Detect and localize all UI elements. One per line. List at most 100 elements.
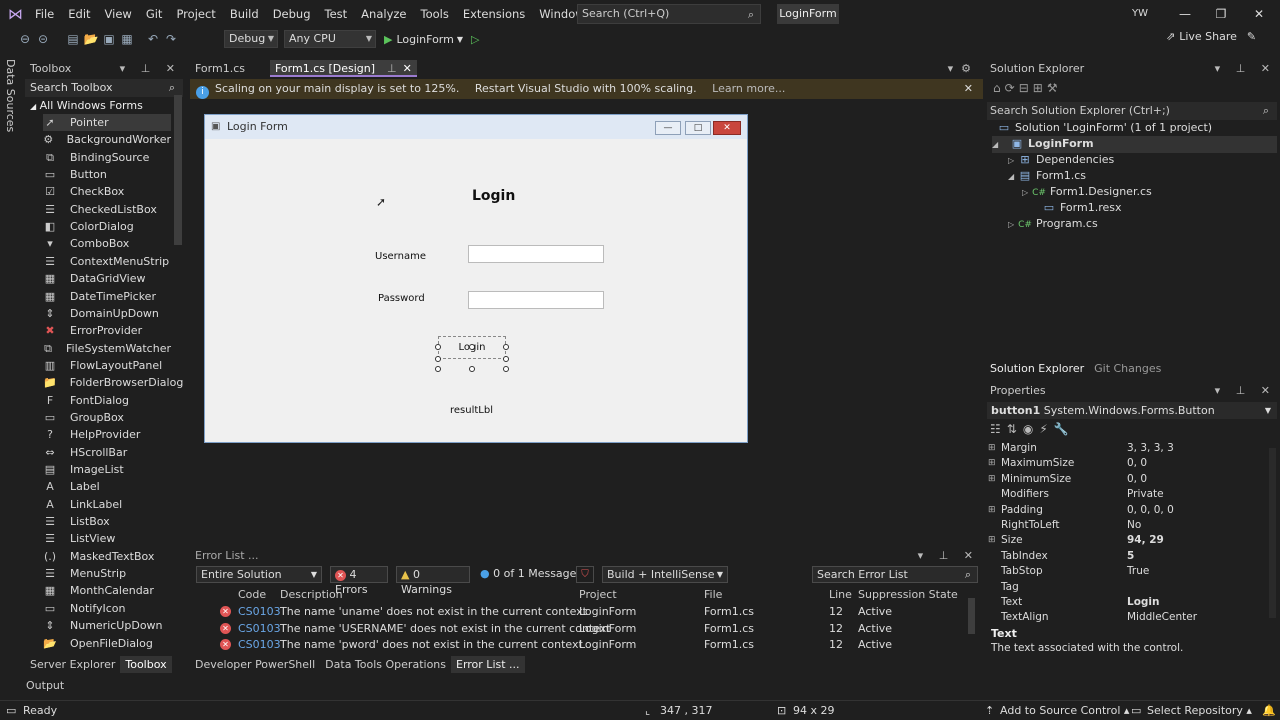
error-code[interactable]: CS0103 <box>238 620 281 637</box>
toolbox-item-datagridview[interactable]: ▦ DataGridView <box>43 270 171 287</box>
column-header-project[interactable]: Project <box>579 588 617 601</box>
toolbox-item-colordialog[interactable]: ◧ ColorDialog <box>43 218 171 235</box>
tree-dependencies[interactable]: ▷ ⊞ Dependencies <box>1008 152 1114 169</box>
menu-item-project[interactable]: Project <box>169 0 222 28</box>
toolbox-item-pointer[interactable]: ➚ Pointer <box>43 114 171 131</box>
property-row-padding[interactable]: ⊞ Padding 0, 0, 0, 0 <box>987 503 1272 518</box>
property-row-textalign[interactable]: TextAlign MiddleCenter <box>987 610 1272 625</box>
properties-scrollbar[interactable] <box>1269 448 1276 618</box>
property-value[interactable]: 5 <box>1127 549 1134 564</box>
property-value[interactable]: MiddleCenter <box>1127 610 1197 625</box>
tree-form1-resx[interactable]: ▭ Form1.resx <box>1032 200 1122 216</box>
property-row-tabindex[interactable]: TabIndex 5 <box>987 549 1272 564</box>
password-label[interactable]: Password <box>378 293 425 304</box>
expand-icon[interactable]: ⊞ <box>988 456 996 471</box>
property-row-minimumsize[interactable]: ⊞ MinimumSize 0, 0 <box>987 472 1272 487</box>
password-textbox[interactable] <box>468 291 604 309</box>
tab-solution-explorer[interactable]: Solution Explorer <box>985 360 1089 377</box>
login-form-window[interactable]: ▣ Login Form — □ ✕ Login Username Passwo… <box>204 114 748 443</box>
property-row-tag[interactable]: Tag <box>987 580 1272 595</box>
error-list-scrollbar[interactable] <box>968 598 975 634</box>
expand-icon[interactable]: ⊞ <box>988 503 996 518</box>
property-value[interactable]: 0, 0 <box>1127 472 1147 487</box>
menu-item-analyze[interactable]: Analyze <box>354 0 413 28</box>
expand-icon[interactable]: ⊞ <box>988 441 996 456</box>
tree-form1-designer[interactable]: ▷ C# Form1.Designer.cs <box>1022 184 1152 201</box>
alphabetical-icon[interactable]: ⇅ <box>1007 422 1023 436</box>
toolbox-item-hscrollbar[interactable]: ⇔ HScrollBar <box>43 444 171 461</box>
menu-item-git[interactable]: Git <box>139 0 170 28</box>
toolbox-item-linklabel[interactable]: A LinkLabel <box>43 496 171 513</box>
home-icon[interactable]: ⌂ <box>993 81 1005 95</box>
error-code[interactable]: CS0103 <box>238 636 281 653</box>
start-without-debugging-icon[interactable]: ▷ <box>471 33 479 46</box>
toolbox-item-openfiledialog[interactable]: 📂 OpenFileDialog <box>43 635 171 652</box>
messages-filter-button[interactable]: ● 0 of 1 Message <box>480 567 576 580</box>
toolbox-item-checkedlistbox[interactable]: ☰ CheckedListBox <box>43 201 171 218</box>
feedback-icon[interactable]: ✎ <box>1247 30 1256 43</box>
tab-form1-design[interactable]: Form1.cs [Design] ⊥ ✕ <box>270 60 417 77</box>
close-icon[interactable]: ✕ <box>1244 4 1274 24</box>
property-value[interactable]: Private <box>1127 487 1164 502</box>
toolbox-item-groupbox[interactable]: ▭ GroupBox <box>43 409 171 426</box>
column-header-file[interactable]: File <box>704 588 722 601</box>
toolbox-scrollbar[interactable] <box>174 95 182 245</box>
error-row[interactable]: ✕ CS0103 The name 'uname' does not exist i… <box>193 603 973 620</box>
property-row-maximumsize[interactable]: ⊞ MaximumSize 0, 0 <box>987 456 1272 471</box>
expand-icon[interactable]: ⊞ <box>988 472 996 487</box>
property-value[interactable]: 94, 29 <box>1127 533 1164 548</box>
tree-program[interactable]: ▷ C# Program.cs <box>1008 216 1098 233</box>
toolbox-item-combobox[interactable]: ▾ ComboBox <box>43 235 171 252</box>
tab-git-changes[interactable]: Git Changes <box>1089 360 1166 377</box>
properties-object-selector[interactable]: button1 System.Windows.Forms.Button ▼ <box>987 402 1277 419</box>
login-heading[interactable]: Login <box>472 188 515 204</box>
save-all-icon[interactable]: ▦ <box>118 32 136 46</box>
new-project-icon[interactable]: ▤ <box>64 32 82 46</box>
toolbox-item-label[interactable]: A Label <box>43 478 171 495</box>
resize-handle[interactable] <box>435 356 441 362</box>
error-row[interactable]: ✕ CS0103 The name 'USERNAME' does not exis… <box>193 620 973 637</box>
toolbox-item-imagelist[interactable]: ▤ ImageList <box>43 461 171 478</box>
property-value[interactable]: No <box>1127 518 1141 533</box>
resize-handle[interactable] <box>435 366 441 372</box>
menu-item-edit[interactable]: Edit <box>61 0 97 28</box>
tab-options-icon[interactable]: ▾⚙ <box>948 62 979 75</box>
toolbox-item-helpprovider[interactable]: ? HelpProvider <box>43 426 171 443</box>
start-button[interactable]: ▶ LoginForm ▼ ▷ <box>384 30 479 48</box>
collapse-icon[interactable]: ⊟ <box>1019 81 1033 95</box>
property-pages-icon[interactable]: 🔧 <box>1054 422 1075 436</box>
save-icon[interactable]: ▣ <box>100 32 118 46</box>
toolbox-item-domainupdown[interactable]: ⇕ DomainUpDown <box>43 305 171 322</box>
add-source-control-button[interactable]: Add to Source Control ▴ <box>1000 701 1129 720</box>
filter-icon[interactable]: ⛉ <box>576 566 594 583</box>
menu-item-build[interactable]: Build <box>223 0 266 28</box>
tab-form1-cs[interactable]: Form1.cs <box>190 60 270 77</box>
result-label[interactable]: resultLbl <box>450 405 493 416</box>
select-repository-button[interactable]: Select Repository ▴ <box>1147 701 1252 720</box>
learn-more-link[interactable]: Learn more... <box>712 82 785 95</box>
property-row-text[interactable]: Text Login <box>987 595 1272 610</box>
toolbox-item-monthcalendar[interactable]: ▦ MonthCalendar <box>43 582 171 599</box>
properties-icon[interactable]: ⚒ <box>1047 81 1062 95</box>
tab-server-explorer[interactable]: Server Explorer <box>25 656 120 673</box>
tree-solution[interactable]: ▭ Solution 'LoginForm' (1 of 1 project) <box>997 120 1212 136</box>
toolbox-item-fontdialog[interactable]: F FontDialog <box>43 392 171 409</box>
toolbox-item-filesystemwatcher[interactable]: ⧉ FileSystemWatcher <box>43 340 171 357</box>
error-code[interactable]: CS0103 <box>238 603 281 620</box>
error-search-input[interactable]: Search Error List ⌕ <box>812 566 978 583</box>
scope-dropdown[interactable]: Entire Solution ▼ <box>196 566 322 583</box>
toolbox-group-header[interactable]: ◢ All Windows Forms <box>30 98 143 114</box>
restore-icon[interactable]: ❐ <box>1206 4 1236 24</box>
platform-dropdown[interactable]: Any CPU ▼ <box>284 30 376 48</box>
notifications-icon[interactable]: 🔔 <box>1262 701 1276 720</box>
toolbox-item-errorprovider[interactable]: ✖ ErrorProvider <box>43 322 171 339</box>
toolbox-item-datetimepicker[interactable]: ▦ DateTimePicker <box>43 288 171 305</box>
tab-data-tools[interactable]: Data Tools Operations <box>320 656 451 673</box>
tab-toolbox[interactable]: Toolbox <box>120 656 172 673</box>
toolbox-item-bindingsource[interactable]: ⧉ BindingSource <box>43 149 171 166</box>
tab-output[interactable]: Output <box>26 679 64 692</box>
property-value[interactable]: 0, 0 <box>1127 456 1147 471</box>
property-value[interactable]: 0, 0, 0, 0 <box>1127 503 1174 518</box>
open-icon[interactable]: 📂 <box>82 32 100 46</box>
toolbox-item-listbox[interactable]: ☰ ListBox <box>43 513 171 530</box>
